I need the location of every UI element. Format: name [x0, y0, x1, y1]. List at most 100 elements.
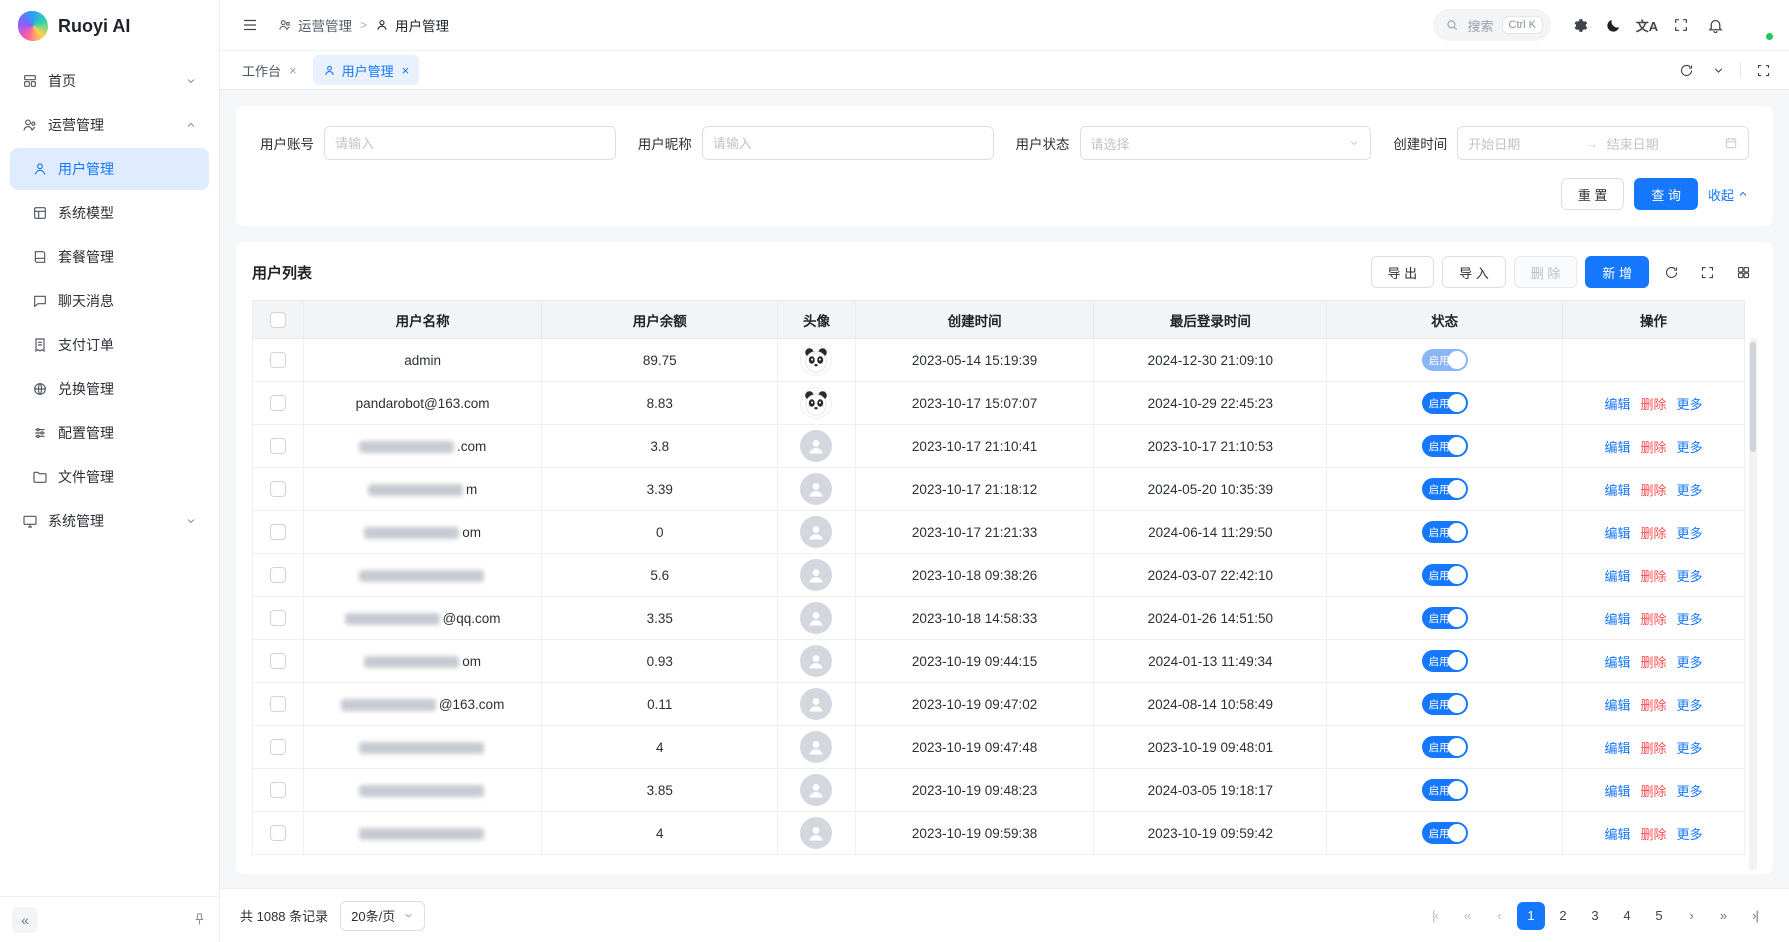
edit-link[interactable]: 编辑	[1604, 440, 1630, 455]
edit-link[interactable]: 编辑	[1604, 698, 1630, 713]
more-link[interactable]: 更多	[1676, 612, 1702, 627]
page-size-select[interactable]: 20条/页	[340, 901, 425, 931]
query-button[interactable]: 查 询	[1634, 178, 1698, 210]
status-toggle[interactable]: 启用	[1422, 650, 1468, 672]
edit-link[interactable]: 编辑	[1604, 784, 1630, 799]
page-button-2[interactable]: 2	[1549, 902, 1577, 930]
breadcrumb-user-management[interactable]: 用户管理	[375, 15, 449, 35]
prev-page-button[interactable]: ‹	[1485, 902, 1513, 930]
edit-link[interactable]: 编辑	[1604, 397, 1630, 412]
row-checkbox[interactable]	[270, 567, 286, 583]
delete-link[interactable]: 删除	[1640, 655, 1666, 670]
sidebar-item-payment-orders[interactable]: 支付订单	[10, 324, 209, 366]
more-link[interactable]: 更多	[1676, 483, 1702, 498]
status-toggle[interactable]: 启用	[1422, 435, 1468, 457]
row-checkbox[interactable]	[270, 352, 286, 368]
status-toggle[interactable]: 启用	[1422, 779, 1468, 801]
notifications-button[interactable]	[1701, 11, 1729, 39]
status-toggle[interactable]: 启用	[1422, 521, 1468, 543]
back-5-pages-button[interactable]: «	[1453, 902, 1481, 930]
page-button-5[interactable]: 5	[1645, 902, 1673, 930]
row-checkbox[interactable]	[270, 696, 286, 712]
delete-link[interactable]: 删除	[1640, 440, 1666, 455]
settings-button[interactable]	[1565, 11, 1593, 39]
delete-link[interactable]: 删除	[1640, 483, 1666, 498]
page-button-1[interactable]: 1	[1517, 902, 1545, 930]
maximize-content-button[interactable]	[1749, 56, 1777, 84]
created-date-range[interactable]: 开始日期 → 结束日期	[1457, 126, 1749, 160]
sidebar-collapse-button[interactable]: «	[12, 907, 38, 933]
nickname-input[interactable]	[702, 126, 994, 160]
sidebar-item-chat-messages[interactable]: 聊天消息	[10, 280, 209, 322]
row-checkbox[interactable]	[270, 481, 286, 497]
reset-button[interactable]: 重 置	[1561, 178, 1625, 210]
row-checkbox[interactable]	[270, 610, 286, 626]
more-link[interactable]: 更多	[1676, 741, 1702, 756]
delete-link[interactable]: 删除	[1640, 698, 1666, 713]
first-page-button[interactable]: |‹	[1421, 902, 1449, 930]
status-toggle[interactable]: 启用	[1422, 392, 1468, 414]
sidebar-item-user-management[interactable]: 用户管理	[10, 148, 209, 190]
row-checkbox[interactable]	[270, 395, 286, 411]
edit-link[interactable]: 编辑	[1604, 612, 1630, 627]
sidebar-item-package-management[interactable]: 套餐管理	[10, 236, 209, 278]
sidebar-item-config-management[interactable]: 配置管理	[10, 412, 209, 454]
tab-workbench[interactable]: 工作台 ×	[232, 55, 307, 85]
breadcrumb-operations[interactable]: 运营管理	[278, 15, 352, 35]
edit-link[interactable]: 编辑	[1604, 483, 1630, 498]
row-checkbox[interactable]	[270, 438, 286, 454]
refresh-tab-button[interactable]	[1672, 56, 1700, 84]
account-input[interactable]	[324, 126, 616, 160]
table-fullscreen-button[interactable]	[1693, 258, 1721, 286]
close-icon[interactable]: ×	[289, 63, 297, 78]
import-button[interactable]: 导 入	[1442, 256, 1506, 288]
more-link[interactable]: 更多	[1676, 440, 1702, 455]
table-scrollbar[interactable]	[1749, 338, 1757, 870]
dark-mode-button[interactable]	[1599, 11, 1627, 39]
status-toggle[interactable]: 启用	[1422, 564, 1468, 586]
page-button-3[interactable]: 3	[1581, 902, 1609, 930]
sidebar-item-operations[interactable]: 运营管理	[10, 104, 209, 146]
status-toggle[interactable]: 启用	[1422, 693, 1468, 715]
edit-link[interactable]: 编辑	[1604, 655, 1630, 670]
tab-user-management[interactable]: 用户管理 ×	[313, 55, 420, 85]
more-link[interactable]: 更多	[1676, 698, 1702, 713]
close-icon[interactable]: ×	[402, 63, 410, 78]
edit-link[interactable]: 编辑	[1604, 526, 1630, 541]
status-toggle[interactable]: 启用	[1422, 349, 1468, 371]
sidebar-item-home[interactable]: 首页	[10, 60, 209, 102]
row-checkbox[interactable]	[270, 653, 286, 669]
more-link[interactable]: 更多	[1676, 569, 1702, 584]
global-search[interactable]: 搜索 Ctrl K	[1433, 9, 1551, 41]
delete-link[interactable]: 删除	[1640, 397, 1666, 412]
next-page-button[interactable]: ›	[1677, 902, 1705, 930]
row-checkbox[interactable]	[270, 825, 286, 841]
delete-link[interactable]: 删除	[1640, 741, 1666, 756]
status-toggle[interactable]: 启用	[1422, 822, 1468, 844]
more-link[interactable]: 更多	[1676, 655, 1702, 670]
scrollbar-thumb[interactable]	[1750, 342, 1756, 452]
collapse-filters-link[interactable]: 收起	[1708, 185, 1749, 204]
menu-toggle-button[interactable]	[236, 11, 264, 39]
more-link[interactable]: 更多	[1676, 526, 1702, 541]
sidebar-item-exchange-management[interactable]: 兑换管理	[10, 368, 209, 410]
row-checkbox[interactable]	[270, 739, 286, 755]
status-toggle[interactable]: 启用	[1422, 607, 1468, 629]
edit-link[interactable]: 编辑	[1604, 827, 1630, 842]
export-button[interactable]: 导 出	[1371, 256, 1435, 288]
table-refresh-button[interactable]	[1657, 258, 1685, 286]
user-avatar-button[interactable]	[1743, 10, 1773, 40]
edit-link[interactable]: 编辑	[1604, 741, 1630, 756]
sidebar-item-file-management[interactable]: 文件管理	[10, 456, 209, 498]
edit-link[interactable]: 编辑	[1604, 569, 1630, 584]
row-checkbox[interactable]	[270, 524, 286, 540]
delete-link[interactable]: 删除	[1640, 569, 1666, 584]
last-page-button[interactable]: ›|	[1741, 902, 1769, 930]
page-button-4[interactable]: 4	[1613, 902, 1641, 930]
more-link[interactable]: 更多	[1676, 397, 1702, 412]
tab-options-button[interactable]	[1704, 56, 1732, 84]
more-link[interactable]: 更多	[1676, 827, 1702, 842]
sidebar-item-system-management[interactable]: 系统管理	[10, 500, 209, 542]
status-toggle[interactable]: 启用	[1422, 478, 1468, 500]
fullscreen-button[interactable]	[1667, 11, 1695, 39]
